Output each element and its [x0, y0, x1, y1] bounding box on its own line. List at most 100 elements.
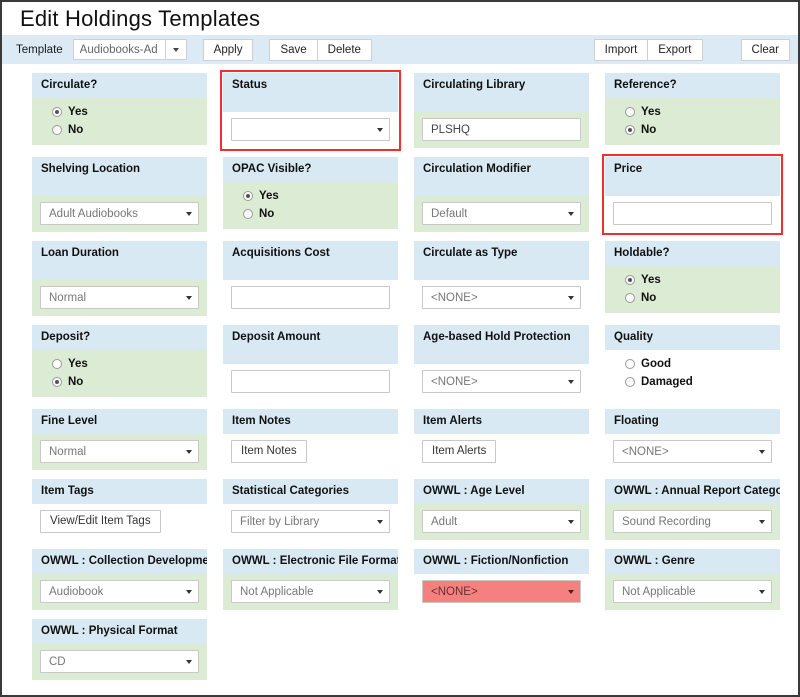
button-item-alerts[interactable]: Item Alerts [422, 440, 497, 463]
field-body-fine-level: Normal [32, 434, 207, 470]
field-body-statistical-categories: Filter by Library [223, 504, 398, 540]
radio-option-holdable-yes[interactable]: Yes [625, 273, 772, 287]
input-acquisitions-cost[interactable] [231, 286, 390, 309]
radio-button-icon[interactable] [52, 107, 62, 117]
select-value-fine-level: Normal [49, 445, 87, 458]
field-label-price: Price [605, 157, 780, 196]
template-name-input[interactable] [72, 39, 165, 60]
radio-label: No [641, 292, 657, 304]
field-label-deposit-amount: Deposit Amount [223, 325, 398, 364]
radio-option-quality-damaged[interactable]: Damaged [625, 375, 772, 389]
field-card-owwl-genre: OWWL : Genre Not Applicable [605, 549, 780, 610]
field-body-reference: Yes No [605, 98, 780, 145]
radio-option-opac-visible-yes[interactable]: Yes [243, 189, 390, 203]
save-button[interactable]: Save [269, 38, 318, 61]
select-loan-duration[interactable]: Normal [40, 286, 199, 309]
chevron-down-icon [759, 519, 765, 524]
select-shelving-location[interactable]: Adult Audiobooks [40, 202, 199, 225]
field-label-floating: Floating [605, 409, 780, 434]
field-row: Deposit? Yes No Deposit Amount Age-based Hol… [2, 325, 798, 400]
radio-option-opac-visible-no[interactable]: No [243, 207, 390, 221]
select-circulation-modifier[interactable]: Default [422, 202, 581, 225]
radio-button-icon[interactable] [243, 191, 253, 201]
select-owwl-genre[interactable]: Not Applicable [613, 580, 772, 603]
button-item-notes[interactable]: Item Notes [231, 440, 307, 463]
select-statistical-categories[interactable]: Filter by Library [231, 510, 390, 533]
field-label-statistical-categories: Statistical Categories [223, 479, 398, 504]
select-age-based-hold-protection[interactable]: <NONE> [422, 370, 581, 393]
template-toolbar: Template Apply Save Delete Import Export… [2, 35, 798, 64]
select-status[interactable] [231, 118, 390, 141]
import-button[interactable]: Import [593, 38, 649, 61]
input-circulating-library[interactable] [422, 118, 581, 141]
field-card-circulating-library: Circulating Library [414, 73, 589, 148]
input-deposit-amount[interactable] [231, 370, 390, 393]
radio-option-circulate-no[interactable]: No [52, 123, 199, 137]
apply-button[interactable]: Apply [202, 38, 254, 61]
field-label-owwl-fiction-nonfiction: OWWL : Fiction/Nonfiction [414, 549, 589, 574]
radio-button-icon[interactable] [52, 377, 62, 387]
radio-button-icon[interactable] [625, 293, 635, 303]
field-body-circulate: Yes No [32, 98, 207, 145]
radio-button-icon[interactable] [52, 359, 62, 369]
select-owwl-age-level[interactable]: Adult [422, 510, 581, 533]
radio-option-circulate-yes[interactable]: Yes [52, 105, 199, 119]
field-body-deposit-amount [223, 364, 398, 400]
field-card-loan-duration: Loan Duration Normal [32, 241, 207, 316]
delete-button[interactable]: Delete [317, 38, 372, 61]
select-owwl-electronic-file-format[interactable]: Not Applicable [231, 580, 390, 603]
field-label-owwl-electronic-file-format: OWWL : Electronic File Format [223, 549, 398, 574]
field-card-deposit: Deposit? Yes No [32, 325, 207, 400]
chevron-down-icon [759, 449, 765, 454]
template-dropdown-button[interactable] [164, 39, 187, 60]
chevron-down-icon [377, 589, 383, 594]
radio-button-icon[interactable] [625, 125, 635, 135]
chevron-down-icon [568, 211, 574, 216]
field-body-price [605, 196, 780, 232]
field-row: Item Tags View/Edit Item Tags Statistical … [2, 479, 798, 540]
chevron-down-icon [568, 379, 574, 384]
radio-button-icon[interactable] [625, 359, 635, 369]
radio-option-deposit-yes[interactable]: Yes [52, 357, 199, 371]
field-label-shelving-location: Shelving Location [32, 157, 207, 196]
select-circulate-as-type[interactable]: <NONE> [422, 286, 581, 309]
field-body-opac-visible: Yes No [223, 182, 398, 229]
export-button[interactable]: Export [648, 38, 703, 61]
radio-label: No [68, 124, 84, 136]
radio-option-reference-no[interactable]: No [625, 123, 772, 137]
input-price[interactable] [613, 202, 772, 225]
field-card-owwl-physical-format: OWWL : Physical Format CD [32, 619, 207, 680]
clear-button[interactable]: Clear [740, 38, 790, 61]
radio-option-holdable-no[interactable]: No [625, 291, 772, 305]
button-item-tags[interactable]: View/Edit Item Tags [40, 510, 161, 533]
chevron-down-icon [377, 127, 383, 132]
select-value-floating: <NONE> [622, 445, 669, 458]
radio-option-deposit-no[interactable]: No [52, 375, 199, 389]
field-grid: Circulate? Yes No Status Circulating Library… [2, 64, 798, 680]
select-owwl-collection-development[interactable]: Audiobook [40, 580, 199, 603]
radio-button-icon[interactable] [625, 377, 635, 387]
template-label: Template [16, 43, 63, 56]
field-body-status [223, 112, 398, 148]
radio-button-icon[interactable] [625, 275, 635, 285]
field-label-holdable: Holdable? [605, 241, 780, 266]
radio-option-reference-yes[interactable]: Yes [625, 105, 772, 119]
select-floating[interactable]: <NONE> [613, 440, 772, 463]
field-body-owwl-genre: Not Applicable [605, 574, 780, 610]
select-owwl-fiction-nonfiction[interactable]: <NONE> [422, 580, 581, 603]
field-row: Shelving Location Adult Audiobooks OPAC Vi… [2, 154, 798, 235]
select-value-loan-duration: Normal [49, 291, 87, 304]
select-fine-level[interactable]: Normal [40, 440, 199, 463]
select-value-age-based-hold-protection: <NONE> [431, 375, 478, 388]
radio-option-quality-good[interactable]: Good [625, 357, 772, 371]
select-owwl-annual-report-category[interactable]: Sound Recording [613, 510, 772, 533]
radio-label: Yes [641, 274, 661, 286]
radio-button-icon[interactable] [52, 125, 62, 135]
select-owwl-physical-format[interactable]: CD [40, 650, 199, 673]
field-label-owwl-annual-report-category: OWWL : Annual Report Category [605, 479, 780, 504]
field-body-item-notes: Item Notes [223, 434, 398, 470]
field-row: Circulate? Yes No Status Circulating Library… [2, 70, 798, 151]
radio-button-icon[interactable] [625, 107, 635, 117]
radio-button-icon[interactable] [243, 209, 253, 219]
field-body-owwl-annual-report-category: Sound Recording [605, 504, 780, 540]
